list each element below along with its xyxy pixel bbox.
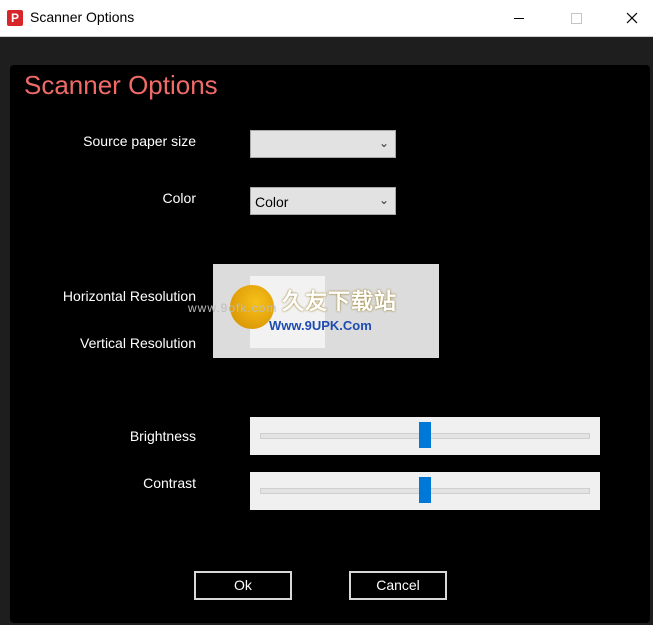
minimize-icon <box>514 17 524 19</box>
ok-button[interactable]: Ok <box>193 570 293 601</box>
color-select-value: Color <box>255 194 289 210</box>
close-button[interactable] <box>609 0 653 36</box>
app-icon: P <box>7 10 23 26</box>
brightness-slider[interactable] <box>250 417 600 455</box>
dialog-heading: Scanner Options <box>24 70 218 100</box>
vertical-resolution-label: Vertical Resolution <box>80 335 196 351</box>
color-label: Color <box>162 190 196 206</box>
watermark-left-text: www.9ofk.com <box>188 301 278 315</box>
source-paper-size-label: Source paper size <box>83 133 196 149</box>
brightness-label: Brightness <box>129 428 196 444</box>
brightness-slider-thumb[interactable] <box>419 422 431 448</box>
chevron-down-icon: ⌄ <box>378 193 389 207</box>
watermark-url: Www.9UPK.Com <box>269 318 372 333</box>
source-paper-size-select[interactable]: ⌄ <box>250 130 396 158</box>
maximize-icon <box>570 12 582 24</box>
title-bar: P Scanner Options <box>0 0 653 37</box>
contrast-slider[interactable] <box>250 472 600 510</box>
app-icon-letter: P <box>10 11 19 25</box>
window-title: Scanner Options <box>30 9 135 25</box>
cancel-button[interactable]: Cancel <box>348 570 448 601</box>
minimize-button[interactable] <box>496 0 542 36</box>
maximize-button[interactable] <box>553 0 599 36</box>
chevron-down-icon: ⌄ <box>378 136 389 150</box>
watermark-brand: 久友下载站 <box>282 289 398 314</box>
horizontal-resolution-label: Horizontal Resolution <box>62 288 196 304</box>
color-select[interactable]: Color ⌄ <box>250 187 396 215</box>
contrast-slider-thumb[interactable] <box>419 477 431 503</box>
close-icon <box>626 12 638 24</box>
contrast-label: Contrast <box>143 475 196 491</box>
